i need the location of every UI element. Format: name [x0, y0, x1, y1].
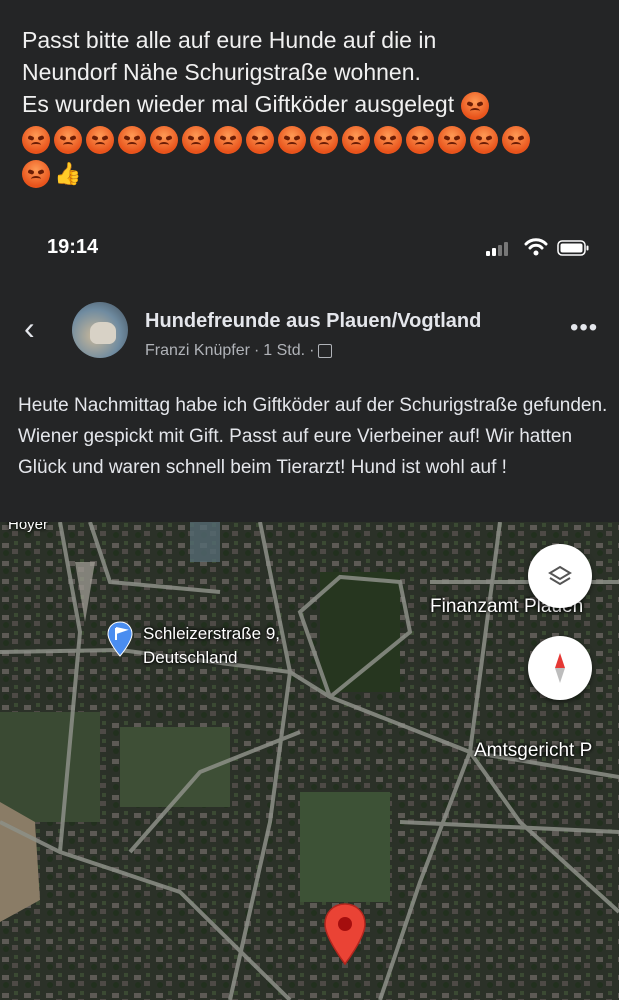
map-label-hoyer: Hoyer: [8, 522, 49, 533]
status-bar: 19:14: [0, 230, 619, 266]
angry-face-icon: [374, 125, 402, 154]
angry-face-icon: [246, 125, 274, 154]
more-options-icon[interactable]: •••: [570, 314, 598, 342]
angry-face-icon: [438, 125, 466, 154]
post-meta: Franzi Knüpfer · 1 Std. ·: [145, 342, 333, 360]
angry-face-icon: [342, 125, 370, 154]
angry-face-icon: [460, 91, 489, 120]
place-pin-icon[interactable]: [106, 620, 134, 658]
post-header: ‹ Hundefreunde aus Plauen/Vogtland Franz…: [0, 296, 619, 366]
angry-face-icon: [54, 125, 82, 154]
thumbs-up-icon: 👍: [54, 160, 83, 186]
angry-face-icon: [406, 125, 434, 154]
angry-face-icon: [278, 125, 306, 154]
map-view[interactable]: Hoyer Schleizerstraße 9, Deutschland Fin…: [0, 522, 619, 1000]
caption-line-1: Passt bitte alle auf eure Hunde auf die …: [22, 27, 437, 53]
pin-label-street: Schleizerstraße 9,: [143, 624, 280, 643]
caption-line-3: Es wurden wieder mal Giftköder ausgelegt: [22, 91, 455, 117]
wifi-icon: [524, 238, 548, 256]
angry-face-icon: [310, 125, 338, 154]
shared-caption: Passt bitte alle auf eure Hunde auf die …: [22, 24, 602, 190]
post-body: Heute Nachmittag habe ich Giftköder auf …: [18, 395, 608, 478]
emoji-row-2: 👍: [22, 156, 602, 190]
compass-icon: [555, 653, 565, 683]
emoji-row: [22, 122, 602, 154]
caption-line-3-wrap: Es wurden wieder mal Giftköder ausgelegt: [22, 88, 602, 120]
post-time[interactable]: 1 Std.: [263, 342, 305, 360]
group-name[interactable]: Hundefreunde aus Plauen/Vogtland: [145, 310, 481, 333]
pin-label-country: Deutschland: [143, 648, 238, 667]
angry-face-icon: [182, 125, 210, 154]
battery-icon: [557, 240, 589, 256]
group-privacy-icon: [318, 344, 333, 358]
angry-face-icon: [22, 125, 50, 154]
compass-button[interactable]: [528, 636, 592, 700]
angry-face-icon: [118, 125, 146, 154]
author-name[interactable]: Franzi Knüpfer: [145, 342, 250, 360]
location-marker-icon[interactable]: [322, 902, 368, 968]
angry-face-icon: [22, 159, 50, 188]
layers-icon: [548, 565, 572, 586]
status-time: 19:14: [47, 236, 99, 258]
angry-face-icon: [86, 125, 114, 154]
back-chevron-icon[interactable]: ‹: [24, 312, 35, 344]
meta-separator: ·: [309, 342, 315, 359]
group-avatar[interactable]: [72, 302, 128, 358]
angry-face-icon: [502, 125, 530, 154]
cell-signal-icon: [486, 240, 508, 256]
angry-face-icon: [150, 125, 178, 154]
map-label-amtsgericht[interactable]: Amtsgericht P: [474, 740, 592, 762]
meta-separator: ·: [253, 342, 260, 359]
caption-line-2: Neundorf Nähe Schurigstraße wohnen.: [22, 59, 421, 85]
map-layers-button[interactable]: [528, 544, 592, 608]
angry-face-icon: [214, 125, 242, 154]
angry-face-icon: [470, 125, 498, 154]
